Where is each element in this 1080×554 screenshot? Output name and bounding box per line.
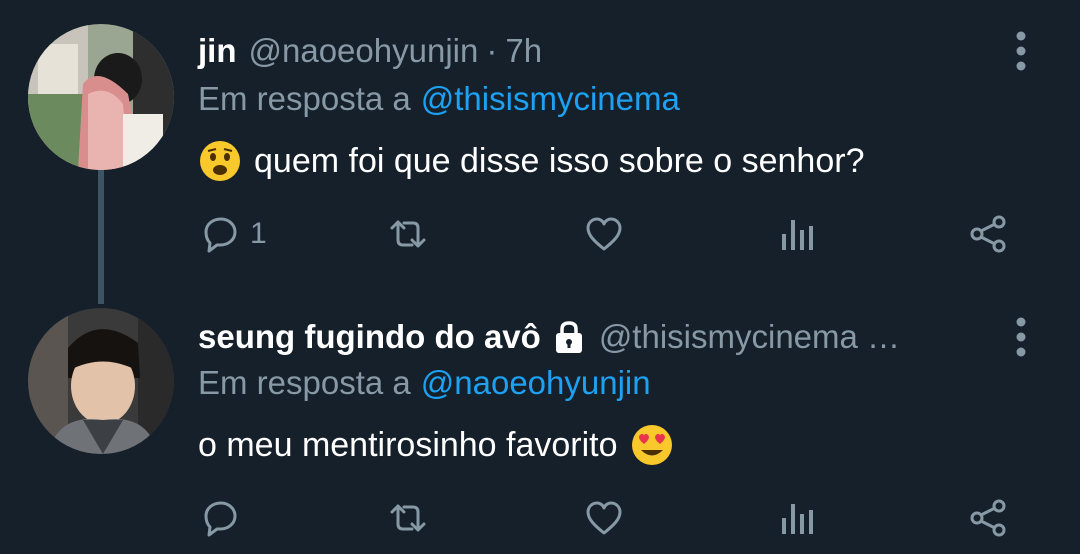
share-action[interactable] bbox=[968, 498, 1008, 538]
share-action[interactable] bbox=[968, 214, 1008, 254]
retweet-icon bbox=[390, 504, 426, 532]
reply-prefix: Em resposta a bbox=[198, 80, 411, 117]
analytics-action[interactable] bbox=[778, 498, 818, 538]
reply-prefix: Em resposta a bbox=[198, 364, 411, 401]
display-name[interactable]: jin bbox=[198, 32, 237, 70]
timestamp[interactable]: 7h bbox=[505, 32, 542, 70]
tweet-header: jin @naoeohyunjin · 7h bbox=[198, 30, 542, 72]
display-name[interactable]: seung fugindo do avô bbox=[198, 318, 541, 356]
like-action[interactable] bbox=[584, 214, 634, 254]
tweet-1[interactable]: jin @naoeohyunjin · 7h Em resposta a @thi… bbox=[0, 0, 1080, 290]
tweet-text-content: quem foi que disse isso sobre o senhor? bbox=[254, 141, 865, 180]
retweet-action[interactable] bbox=[388, 214, 438, 254]
reply-context: Em resposta a @naoeohyunjin bbox=[198, 364, 651, 402]
tweet-text-content: o meu mentirosinho favorito bbox=[198, 425, 618, 464]
tweet-text: o meu mentirosinho favorito bbox=[198, 420, 674, 470]
separator-dot: · bbox=[486, 32, 498, 69]
avatar-jin[interactable] bbox=[28, 24, 174, 170]
tweet-2[interactable]: seung fugindo do avô @thisismycinema … E… bbox=[0, 290, 1080, 554]
reply-icon bbox=[204, 501, 237, 537]
share-icon bbox=[970, 215, 1006, 253]
frowning-face-emoji-icon bbox=[198, 139, 242, 183]
retweet-action[interactable] bbox=[388, 498, 438, 538]
share-icon bbox=[970, 499, 1006, 537]
heart-eyes-emoji-icon bbox=[630, 423, 674, 467]
reply-icon bbox=[204, 217, 237, 253]
avatar-seung[interactable] bbox=[28, 308, 174, 454]
user-handle[interactable]: @thisismycinema … bbox=[599, 318, 900, 356]
action-bar bbox=[0, 498, 1080, 548]
tweet-header: seung fugindo do avô @thisismycinema … bbox=[198, 316, 900, 358]
like-action[interactable] bbox=[584, 498, 634, 538]
lock-icon bbox=[551, 319, 587, 355]
tweet-text: quem foi que disse isso sobre o senhor? bbox=[198, 136, 864, 186]
user-handle[interactable]: @naoeohyunjin bbox=[249, 32, 479, 70]
reply-mention-link[interactable]: @naoeohyunjin bbox=[421, 364, 651, 401]
reply-action[interactable] bbox=[200, 498, 250, 538]
more-options-icon[interactable] bbox=[1010, 317, 1032, 357]
heart-icon bbox=[586, 501, 622, 535]
reply-action[interactable]: 1 bbox=[200, 214, 267, 254]
reply-count: 1 bbox=[250, 217, 267, 250]
reply-context: Em resposta a @thisismycinema bbox=[198, 80, 680, 118]
heart-icon bbox=[586, 217, 622, 251]
avatar-image bbox=[28, 308, 174, 454]
avatar-image bbox=[28, 24, 174, 170]
analytics-icon bbox=[782, 504, 813, 534]
reply-mention-link[interactable]: @thisismycinema bbox=[421, 80, 680, 117]
action-bar: 1 bbox=[0, 214, 1080, 264]
more-options-icon[interactable] bbox=[1010, 31, 1032, 71]
analytics-icon bbox=[782, 220, 813, 250]
analytics-action[interactable] bbox=[778, 214, 818, 254]
retweet-icon bbox=[390, 220, 426, 248]
